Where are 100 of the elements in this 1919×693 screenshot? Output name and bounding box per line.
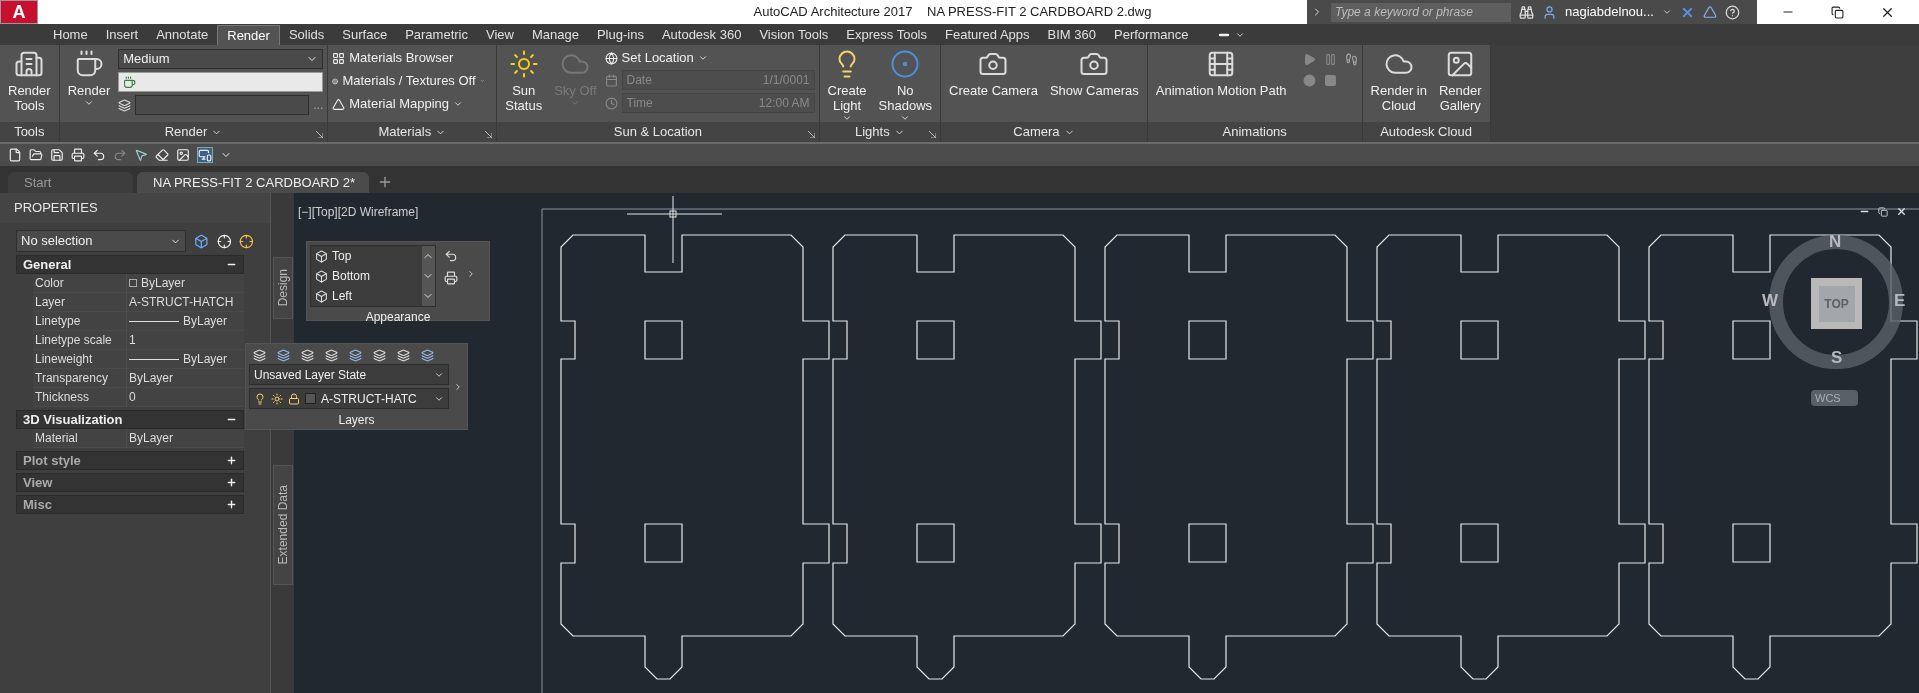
arrow-icon[interactable] — [444, 249, 458, 263]
ribbon-button[interactable]: Create Camera — [945, 45, 1042, 119]
ribbon-button[interactable]: Render Tools — [4, 45, 55, 119]
open-folder-icon[interactable] — [29, 148, 43, 162]
date-time-field: Time 12:00 AM — [621, 93, 815, 113]
ribbon-button[interactable]: No Shadows — [874, 45, 937, 119]
crosshair-icon[interactable] — [216, 233, 232, 249]
view-list-item[interactable]: Left — [315, 286, 422, 306]
layer-tool-icon[interactable] — [253, 349, 266, 362]
select-objects-icon[interactable] — [193, 233, 209, 249]
ribbon-tab[interactable]: Express Tools — [837, 25, 936, 45]
caret-icon — [570, 98, 581, 108]
layer-tool-icon[interactable] — [325, 349, 338, 362]
section-header[interactable]: View — [16, 473, 244, 492]
layer-tool-icon[interactable] — [349, 349, 362, 362]
undo-icon[interactable] — [92, 148, 106, 162]
eraser-icon[interactable] — [155, 148, 169, 162]
layer-state-dropdown[interactable]: Unsaved Layer State — [249, 364, 449, 385]
compass-label: E — [1894, 290, 1906, 312]
binoculars-icon[interactable] — [1519, 4, 1534, 20]
layer-tool-icon[interactable] — [301, 349, 314, 362]
monitor-icon[interactable] — [197, 147, 213, 163]
ribbon-button[interactable]: Render in Cloud — [1366, 45, 1431, 119]
view-list-item[interactable]: Bottom — [315, 266, 422, 286]
panel-title: Animations — [1222, 123, 1287, 142]
ribbon-button[interactable]: Render Gallery — [1434, 45, 1486, 119]
document-tab[interactable]: NA PRESS-FIT 2 CARDBOARD 2* — [137, 172, 369, 193]
section-header[interactable]: General — [16, 255, 244, 274]
user-name[interactable]: nagiabdelnou... — [1565, 2, 1654, 22]
output-field[interactable] — [135, 95, 310, 115]
set-location-button[interactable]: Set Location — [604, 49, 815, 67]
selection-dropdown[interactable]: No selection — [16, 230, 186, 252]
save-icon[interactable] — [50, 148, 64, 162]
section-header[interactable]: 3D Visualization — [16, 410, 244, 429]
ribbon-tab[interactable]: Annotate — [147, 25, 218, 45]
property-label: Transparency — [33, 369, 127, 387]
layer-tool-icon[interactable] — [277, 349, 290, 362]
search-field[interactable]: Type a keyword or phrase — [1331, 2, 1511, 22]
linetype-sample — [129, 320, 179, 322]
ribbon-tab[interactable]: BIM 360 — [1038, 25, 1105, 45]
ribbon-tab[interactable]: Autodesk 360 — [652, 25, 751, 45]
application-menu-button[interactable]: A — [0, 0, 38, 24]
layer-tool-icon[interactable] — [397, 349, 410, 362]
picture-frame-icon[interactable] — [176, 148, 190, 162]
section-header[interactable]: Misc — [16, 495, 244, 514]
ribbon-tab[interactable]: Manage — [522, 25, 588, 45]
ribbon-tab[interactable]: Vision Tools — [750, 25, 838, 45]
layer-tool-icon[interactable] — [373, 349, 386, 362]
printer-icon[interactable] — [444, 271, 458, 285]
view-list-item[interactable]: Top — [315, 246, 422, 266]
panel-title: Autodesk Cloud — [1380, 123, 1472, 142]
print-icon[interactable] — [71, 148, 85, 162]
ribbon-button[interactable]: Create Light — [823, 45, 871, 119]
ribbon-tab[interactable]: Featured Apps — [936, 25, 1039, 45]
launcher-icon[interactable] — [929, 131, 937, 138]
new-file-icon[interactable] — [8, 148, 22, 162]
ribbon-menu-item[interactable]: Materials / Textures Off — [332, 72, 485, 90]
ribbon-tab[interactable]: Render — [217, 25, 280, 45]
document-tab[interactable]: Start — [8, 172, 133, 193]
ribbon-menu-item[interactable]: Materials Browser — [332, 49, 485, 67]
help-icon[interactable] — [1724, 4, 1740, 20]
viewport-controls-label[interactable]: [−][Top][2D Wireframe] — [298, 203, 419, 221]
expand-icon[interactable] — [466, 269, 476, 279]
property-value: ByLayer — [129, 370, 174, 387]
layer-dropdown[interactable]: A-STRUCT-HATC — [249, 388, 449, 409]
close-icon[interactable] — [1896, 206, 1907, 217]
expand-icon[interactable] — [453, 381, 463, 392]
ribbon-button[interactable]: Animation Motion Path — [1151, 45, 1291, 119]
ribbon-tab[interactable]: View — [477, 25, 523, 45]
redo-icon[interactable] — [113, 148, 127, 162]
ribbon-button[interactable]: Show Cameras — [1045, 45, 1143, 119]
restore-icon[interactable] — [1831, 5, 1844, 19]
side-tab[interactable]: Extended Data — [272, 465, 293, 585]
launcher-icon[interactable] — [485, 131, 493, 138]
triangle-icon[interactable] — [1702, 5, 1717, 19]
compass-label: N — [1829, 231, 1842, 253]
linetype-sample — [129, 358, 179, 360]
side-tab[interactable]: Design — [272, 257, 293, 319]
ribbon-tab[interactable]: Solids — [279, 25, 334, 45]
ribbon-button[interactable]: Render — [63, 45, 115, 119]
launcher-icon[interactable] — [807, 131, 815, 138]
ribbon-menu-item[interactable]: Material Mapping — [332, 95, 485, 113]
preset-dropdown[interactable]: Medium — [118, 49, 324, 69]
restore-icon[interactable] — [1878, 206, 1888, 217]
ribbon-tab[interactable]: Parametric — [396, 25, 477, 45]
ribbon-tab[interactable]: Surface — [333, 25, 397, 45]
ribbon-button[interactable]: Sun Status — [501, 45, 547, 119]
pointer-icon[interactable] — [134, 148, 148, 162]
launcher-icon[interactable] — [316, 131, 324, 138]
section-header[interactable]: Plot style — [16, 451, 244, 470]
new-tab-icon[interactable] — [377, 174, 393, 190]
property-value: ByLayer — [183, 313, 228, 330]
ribbon-tab[interactable]: Insert — [96, 25, 148, 45]
quick-select-icon[interactable] — [239, 233, 254, 249]
palette-title: PROPERTIES — [14, 199, 98, 218]
ribbon-tab[interactable]: Plug-ins — [587, 25, 653, 45]
ribbon-tab[interactable]: Home — [44, 25, 97, 45]
ribbon-tab[interactable]: Performance — [1105, 25, 1198, 45]
property-value: 1 — [129, 332, 136, 349]
layer-tool-icon[interactable] — [421, 349, 434, 362]
